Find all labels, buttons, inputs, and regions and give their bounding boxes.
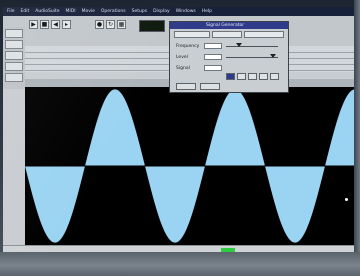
- menu-display[interactable]: Display: [153, 9, 170, 14]
- menu-help[interactable]: Help: [202, 9, 212, 14]
- rewind-icon[interactable]: ◀: [51, 20, 60, 29]
- waveform-positive-half: [25, 89, 355, 166]
- tool-button[interactable]: [5, 62, 23, 71]
- forward-icon[interactable]: ▸: [62, 20, 71, 29]
- frequency-label: Frequency: [176, 44, 200, 49]
- level-label: Level: [176, 55, 188, 60]
- level-slider-thumb[interactable]: [270, 54, 276, 58]
- signal-label: Signal: [176, 66, 190, 71]
- signal-generator-dialog: Signal Generator Frequency Level Signal: [169, 21, 289, 93]
- menu-file[interactable]: File: [7, 9, 15, 14]
- waveform-display[interactable]: [25, 87, 355, 245]
- stop-icon[interactable]: ■: [40, 20, 49, 29]
- dialog-button-1[interactable]: [176, 83, 196, 90]
- frequency-field[interactable]: [204, 43, 222, 49]
- level-field[interactable]: [204, 54, 222, 60]
- record-icon[interactable]: ●: [95, 20, 104, 29]
- waveform-negative-half: [25, 166, 355, 243]
- menu-windows[interactable]: Windows: [176, 9, 196, 14]
- frequency-slider[interactable]: [226, 46, 278, 47]
- frequency-slider-thumb[interactable]: [236, 43, 242, 47]
- tool-button[interactable]: [5, 51, 23, 60]
- counter-display: [139, 20, 165, 32]
- signal-field[interactable]: [204, 65, 222, 71]
- menu-bar: File Edit AudioSuite MIDI Movie Operatio…: [3, 7, 355, 16]
- loop-icon[interactable]: ↻: [106, 20, 115, 29]
- triangle-wave-button[interactable]: [259, 73, 268, 80]
- menu-operations[interactable]: Operations: [101, 9, 126, 14]
- tool-button[interactable]: [5, 29, 23, 38]
- left-tool-strip: [3, 27, 25, 89]
- monitor-bezel-bottom: [0, 252, 360, 276]
- waveform-svg: [25, 89, 355, 243]
- menu-setups[interactable]: Setups: [132, 9, 147, 14]
- noise-button[interactable]: [270, 73, 279, 80]
- dialog-tab-1[interactable]: [174, 31, 210, 38]
- sine-wave-button[interactable]: [226, 73, 235, 80]
- monitor-bezel-right: [354, 0, 360, 276]
- dialog-tab-2[interactable]: [212, 31, 242, 38]
- dialog-button-2[interactable]: [200, 83, 220, 90]
- grid-icon[interactable]: ▦: [117, 20, 126, 29]
- dialog-tab-3[interactable]: [244, 31, 284, 38]
- tool-button[interactable]: [5, 73, 23, 82]
- square-wave-button[interactable]: [237, 73, 246, 80]
- menu-edit[interactable]: Edit: [21, 9, 30, 14]
- dialog-title[interactable]: Signal Generator: [170, 22, 288, 29]
- screen-reflection: [345, 198, 348, 201]
- menu-midi[interactable]: MIDI: [66, 9, 76, 14]
- screen: File Edit AudioSuite MIDI Movie Operatio…: [3, 7, 355, 253]
- tool-button[interactable]: [5, 40, 23, 49]
- sawtooth-wave-button[interactable]: [248, 73, 257, 80]
- menu-movie[interactable]: Movie: [82, 9, 95, 14]
- play-icon[interactable]: ▶: [29, 20, 38, 29]
- menu-audiosuite[interactable]: AudioSuite: [35, 9, 59, 14]
